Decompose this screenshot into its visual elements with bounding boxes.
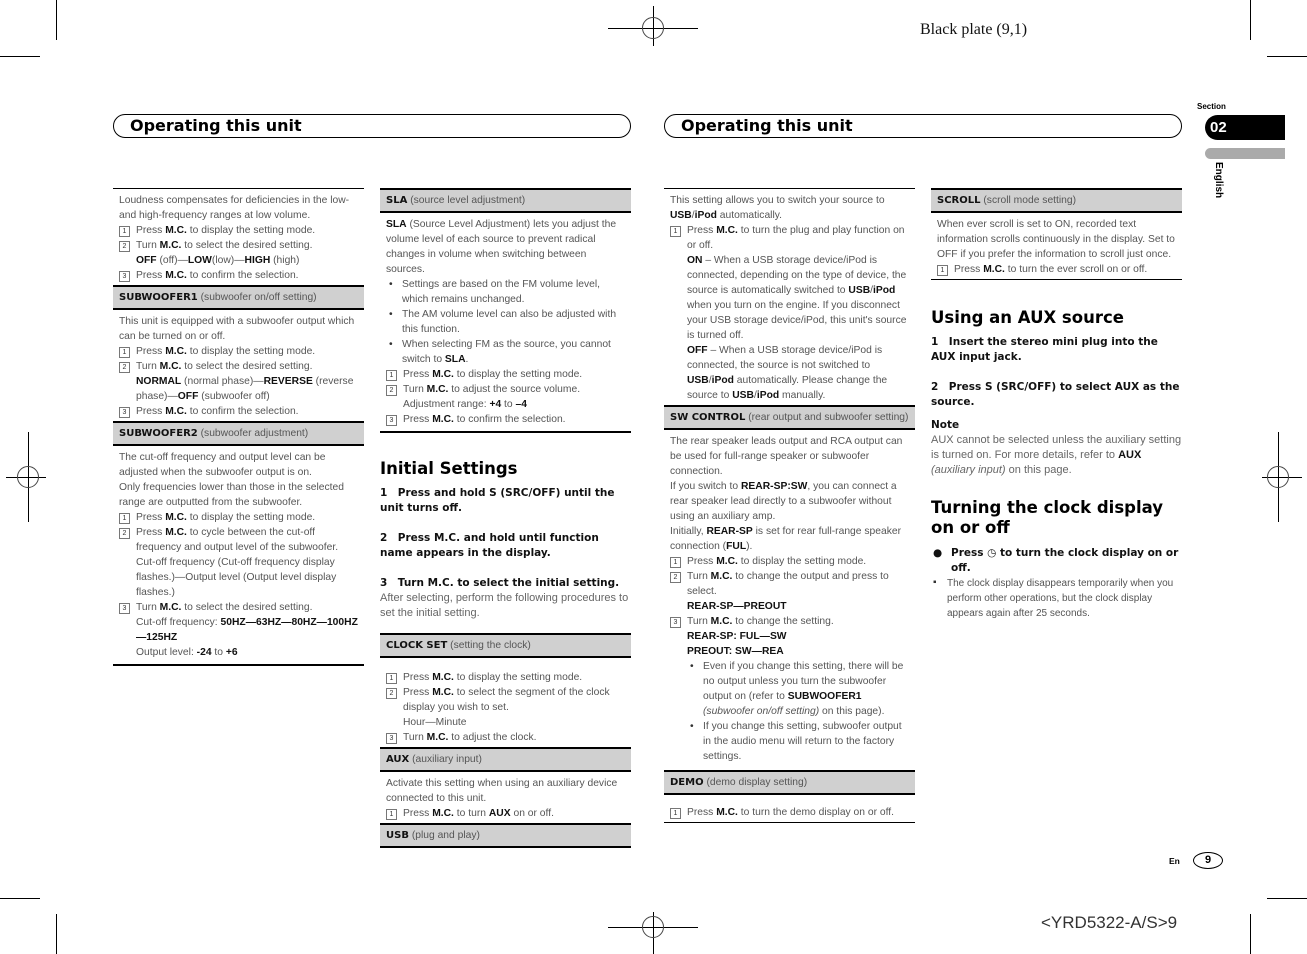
loudness-options: OFF (off)—LOW(low)—HIGH (high) — [136, 255, 300, 266]
subwoofer1-body: This unit is equipped with a subwoofer o… — [113, 310, 364, 421]
note-label: Note — [931, 419, 960, 431]
usb-off: OFF – When a USB storage device/iPod is … — [687, 345, 888, 401]
step: 3 Turn M.C. to change the setting. — [670, 614, 909, 629]
scroll-header: SCROLL (scroll mode setting) — [931, 188, 1182, 213]
clock-display-heading: Turning the clock display on or off — [931, 498, 1164, 537]
aux-step-1: 1 Insert the stereo mini plug into the A… — [931, 336, 1158, 363]
usb-header: USB (plug and play) — [380, 823, 631, 848]
sla-header: SLA (source level adjustment) — [380, 188, 631, 213]
section-bar — [1205, 148, 1285, 159]
step: 3 Press M.C. to confirm the selection. — [119, 268, 358, 283]
crop-mark — [56, 914, 57, 954]
aux-header: AUX (auxiliary input) — [380, 747, 631, 772]
step: 1 Press M.C. to display the setting mode. — [670, 554, 909, 569]
sw-control-header: SW CONTROL (rear output and subwoofer se… — [664, 405, 915, 430]
sw-control-body: The rear speaker leads output and RCA ou… — [664, 430, 915, 770]
aux-source-heading: Using an AUX source — [931, 308, 1124, 327]
aux-step-2: 2 Press S (SRC/OFF) to select AUX as the… — [931, 381, 1180, 408]
crop-mark — [1267, 56, 1307, 57]
subwoofer2-header: SUBWOOFER2 (subwoofer adjustment) — [113, 421, 364, 446]
step: 1 Press M.C. to display the setting mode. — [119, 510, 358, 525]
step: 2 Press M.C. to select the segment of the… — [386, 685, 625, 715]
step: 3 Press M.C. to confirm the selection. — [386, 412, 625, 427]
section-number: 02 — [1205, 115, 1285, 140]
aux-body: Activate this setting when using an auxi… — [380, 772, 631, 823]
crop-mark — [1267, 898, 1307, 899]
language-code: En — [1169, 856, 1180, 866]
language-label: English — [1213, 162, 1224, 199]
crop-mark — [0, 898, 40, 899]
plate-label: Black plate (9,1) — [920, 21, 1028, 38]
step: 1 Press M.C. to turn AUX on or off. — [386, 806, 625, 821]
section-label: Section — [1197, 102, 1226, 111]
subwoofer1-options: NORMAL (normal phase)—REVERSE (reverse p… — [136, 376, 354, 402]
step: 2 Turn M.C. to select the desired setting… — [119, 359, 358, 374]
step: 1 Press M.C. to turn the demo display on … — [670, 805, 909, 820]
step: 3 Turn M.C. to adjust the clock. — [386, 730, 625, 745]
page-number: 9 — [1193, 852, 1223, 869]
step: 2 Press M.C. to cycle between the cut-off… — [119, 525, 358, 555]
subwoofer1-header: SUBWOOFER1 (subwoofer on/off setting) — [113, 285, 364, 310]
step: 2 Turn M.C. to change the output and pres… — [670, 569, 909, 599]
clock-display-note: ▪ The clock display disappears temporari… — [933, 577, 1174, 619]
column-1: Loudness compensates for deficiencies in… — [113, 188, 364, 666]
crop-mark — [1250, 0, 1251, 40]
step: 2 Turn M.C. to select the desired setting… — [119, 238, 358, 253]
clock-set-body: 1 Press M.C. to display the setting mode.… — [380, 658, 631, 747]
column-3: This setting allows you to switch your s… — [664, 188, 915, 823]
initial-step-2: 2 Press M.C. and hold until function nam… — [380, 532, 599, 559]
initial-step-3: 3 Turn M.C. to select the initial settin… — [380, 577, 620, 589]
step: 1 Press M.C. to turn the plug and play fu… — [670, 223, 909, 253]
crop-mark — [0, 56, 40, 57]
crop-mark — [56, 0, 57, 40]
clock-set-header: CLOCK SET (setting the clock) — [380, 633, 631, 658]
demo-body: 1 Press M.C. to turn the demo display on … — [664, 795, 915, 823]
document-code: <YRD5322-A/S>9 — [1041, 913, 1178, 932]
right-page-header: Operating this unit — [664, 114, 1182, 138]
demo-header: DEMO (demo display setting) — [664, 770, 915, 795]
scroll-body: When ever scroll is set to ON, recorded … — [931, 213, 1182, 280]
loudness-intro: Loudness compensates for deficiencies in… — [119, 195, 350, 221]
step: 1 Press M.C. to display the setting mode. — [119, 223, 358, 238]
usb-on: ON – When a USB storage device/iPod is c… — [687, 255, 907, 341]
initial-step-1: 1 Press and hold S (SRC/OFF) until the u… — [380, 487, 615, 514]
loudness-block: Loudness compensates for deficiencies in… — [113, 188, 364, 285]
step: 3 Press M.C. to confirm the selection. — [119, 404, 358, 419]
crop-mark — [1250, 914, 1251, 954]
aux-note: AUX cannot be selected unless the auxili… — [931, 434, 1182, 476]
step: 1 Press M.C. to display the setting mode. — [386, 367, 625, 382]
sla-body: SLA (Source Level Adjustment) lets you a… — [380, 213, 631, 433]
subwoofer2-body: The cut-off frequency and output level c… — [113, 446, 364, 666]
clock-display-step: ● Press ◷ to turn the clock display on o… — [933, 547, 1179, 574]
step: 1 Press M.C. to display the setting mode. — [386, 670, 625, 685]
initial-settings-heading: Initial Settings — [380, 459, 518, 478]
initial-after: After selecting, perform the following p… — [380, 592, 629, 619]
step: 2 Turn M.C. to adjust the source volume. — [386, 382, 625, 397]
left-page-header: Operating this unit — [113, 114, 631, 138]
column-4: SCROLL (scroll mode setting) When ever s… — [931, 188, 1182, 621]
step: 1 Press M.C. to turn the ever scroll on o… — [937, 262, 1176, 277]
step: 3 Turn M.C. to select the desired setting… — [119, 600, 358, 615]
column-2: SLA (source level adjustment) SLA (Sourc… — [380, 188, 631, 848]
usb-body: This setting allows you to switch your s… — [664, 188, 915, 405]
step: 1 Press M.C. to display the setting mode. — [119, 344, 358, 359]
clock-icon: ◷ — [987, 547, 997, 559]
